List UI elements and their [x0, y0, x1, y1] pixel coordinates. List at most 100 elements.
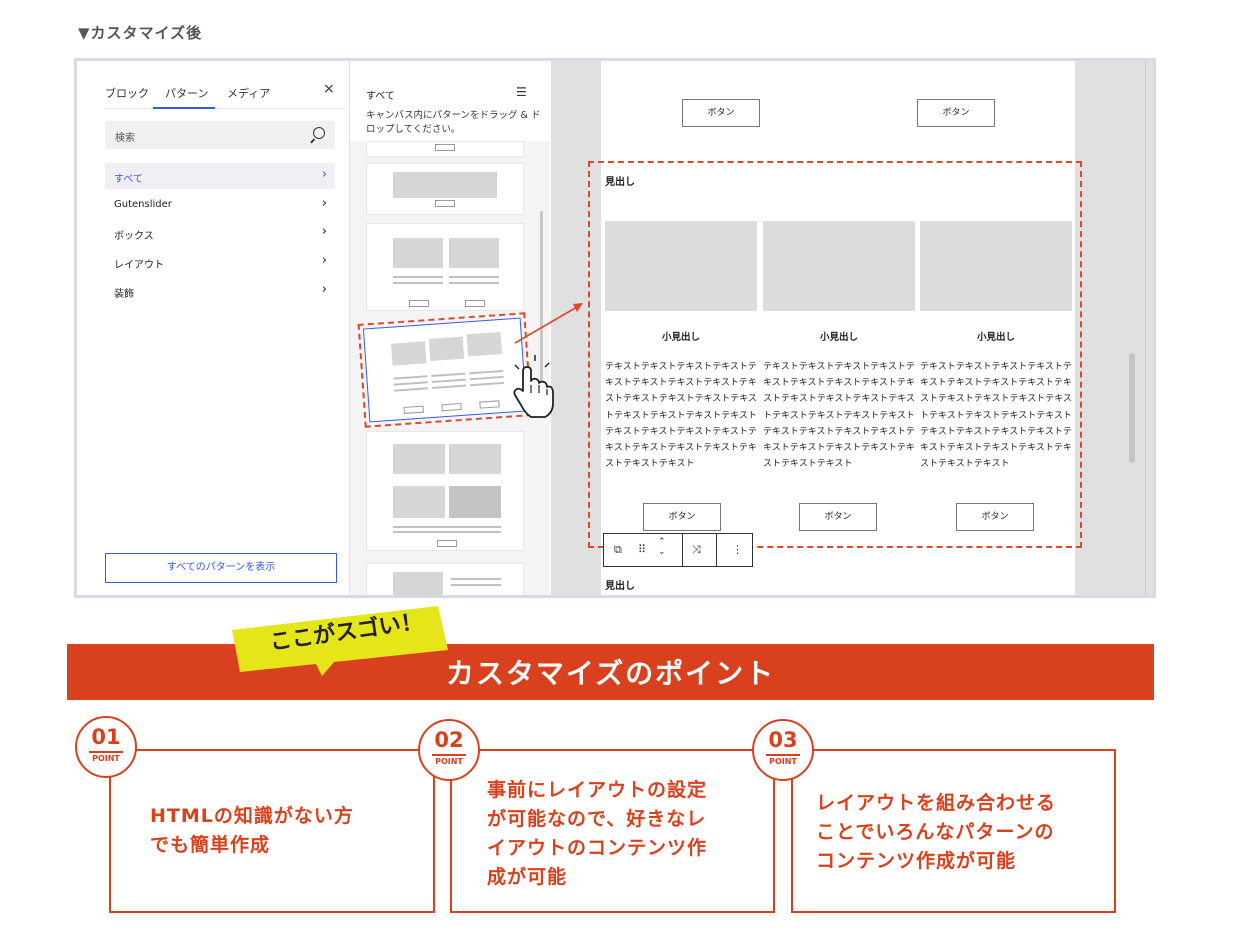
point-number: 02	[434, 728, 464, 752]
point-text-01: HTMLの知識がない方 でも簡単作成	[150, 802, 420, 860]
thumb-image	[466, 332, 503, 357]
caption: ▼カスタマイズ後	[78, 24, 203, 42]
thumb-image	[449, 486, 501, 518]
thumb-button	[465, 300, 485, 307]
canvas-button[interactable]: ボタン	[682, 99, 760, 127]
category-label: 装飾	[114, 289, 134, 300]
thumb-text	[451, 578, 501, 580]
thumb-text	[393, 531, 501, 533]
thumb-image	[449, 444, 501, 474]
thumb-text	[432, 384, 467, 389]
thumb-text	[449, 276, 499, 278]
point-line: でも簡単作成	[150, 834, 271, 856]
chevron-right-icon: ›	[321, 167, 327, 182]
thumb-button	[441, 402, 462, 412]
point-text-03: レイアウトを組み合わせる ことでいろんなパターンの コンテンツ作成が可能	[816, 789, 1114, 876]
point-line: レイアウトを組み合わせる	[816, 792, 1057, 814]
category-label: レイアウト	[114, 260, 164, 271]
thumb-text	[394, 387, 429, 392]
point-number: 03	[768, 728, 798, 752]
block-inserter-sidebar: ブロック パターン メディア × 検索 すべて › Gutenslider › …	[77, 61, 350, 595]
thumb-image	[393, 572, 443, 595]
tab-media[interactable]: メディア	[227, 85, 270, 101]
canvas-scrollbar[interactable]	[1129, 353, 1135, 463]
tab-patterns[interactable]: パターン	[165, 85, 208, 101]
point-label: POINT	[435, 757, 463, 766]
more-options-icon[interactable]: ⋮	[732, 543, 743, 556]
thumb-text	[393, 375, 428, 380]
canvas-button[interactable]: ボタン	[917, 99, 995, 127]
thumb-text	[393, 381, 428, 386]
thumb-text	[393, 282, 443, 284]
thumb-text	[469, 369, 504, 375]
pattern-thumbnail[interactable]	[366, 223, 524, 311]
thumb-text	[470, 381, 505, 387]
next-block-heading[interactable]: 見出し	[605, 577, 635, 592]
filter-icon[interactable]: ☰	[516, 85, 527, 99]
category-all[interactable]: すべて ›	[105, 163, 335, 189]
block-type-icon[interactable]: ⧉	[614, 543, 622, 557]
pattern-thumbnail[interactable]	[366, 431, 524, 551]
thumb-image	[428, 336, 465, 362]
category-box[interactable]: ボックス ›	[105, 220, 335, 246]
shuffle-icon[interactable]: ⤨	[692, 543, 701, 557]
thumb-image	[391, 341, 427, 366]
point-line: イアウトのコンテンツ作	[487, 837, 708, 859]
block-toolbar: ⧉ ⠿ ⌃ ⌄ ⤨ ⋮	[603, 533, 753, 567]
point-line: 事前にレイアウトの設定	[487, 779, 708, 801]
category-decoration[interactable]: 装飾 ›	[105, 278, 335, 304]
point-badge-02: 02 POINT	[418, 719, 480, 781]
move-up-down-icon[interactable]: ⌃ ⌄	[658, 537, 666, 557]
pattern-thumbnail[interactable]	[366, 163, 524, 215]
point-label: POINT	[769, 757, 797, 766]
thumb-image	[393, 238, 443, 268]
chevron-right-icon: ›	[321, 196, 327, 211]
thumb-button	[437, 540, 457, 547]
thumb-text	[451, 584, 501, 586]
tab-divider	[105, 108, 345, 109]
thumb-button	[409, 300, 429, 307]
thumb-text	[431, 372, 466, 377]
close-icon[interactable]: ×	[323, 81, 335, 97]
dragged-pattern-thumbnail[interactable]	[357, 312, 533, 428]
thumb-text	[469, 375, 504, 381]
point-badge-03: 03 POINT	[752, 719, 814, 781]
pattern-thumbnail[interactable]	[366, 563, 524, 595]
search-placeholder: 検索	[115, 133, 135, 144]
point-number: 01	[91, 725, 121, 749]
search-icon	[313, 127, 325, 139]
point-line: 成が可能	[487, 866, 568, 888]
pattern-list-panel: すべて ☰ キャンバス内にパターンをドラッグ & ドロップしてください。	[350, 61, 550, 595]
point-line: HTMLの知識がない方	[150, 805, 354, 827]
category-layout[interactable]: レイアウト ›	[105, 249, 335, 275]
thumb-button	[403, 405, 424, 414]
drag-handle-icon[interactable]: ⠿	[638, 543, 646, 556]
category-gutenslider[interactable]: Gutenslider ›	[105, 192, 335, 218]
thumb-button	[435, 200, 455, 207]
tab-blocks[interactable]: ブロック	[105, 85, 149, 101]
thumb-image	[393, 172, 497, 198]
pattern-list-scrollbar[interactable]	[540, 211, 543, 391]
point-label: POINT	[92, 754, 120, 763]
pattern-panel-header: すべて ☰ キャンバス内にパターンをドラッグ & ドロップしてください。	[350, 61, 550, 141]
point-line: コンテンツ作成が可能	[816, 850, 1017, 872]
thumb-text	[431, 378, 466, 383]
inserted-pattern-highlight	[588, 161, 1082, 548]
pattern-panel-description: キャンバス内にパターンをドラッグ & ドロップしてください。	[366, 110, 541, 135]
chevron-right-icon: ›	[321, 253, 327, 268]
pattern-panel-title: すべて	[366, 91, 395, 102]
category-label: ボックス	[114, 231, 154, 242]
editor-screenshot-frame: ブロック パターン メディア × 検索 すべて › Gutenslider › …	[74, 58, 1156, 598]
chevron-right-icon: ›	[321, 224, 327, 239]
thumb-button	[435, 144, 455, 151]
thumb-image	[449, 238, 499, 268]
point-text-02: 事前にレイアウトの設定 が可能なので、好きなレ イアウトのコンテンツ作 成が可能	[487, 776, 767, 892]
pattern-thumbnail[interactable]	[366, 141, 524, 157]
show-all-patterns-button[interactable]: すべてのパターンを表示	[105, 553, 337, 583]
thumb-text	[449, 282, 499, 284]
active-tab-indicator	[153, 107, 215, 109]
thumb-button	[479, 400, 500, 409]
point-line: ことでいろんなパターンの	[816, 821, 1055, 843]
thumb-text	[393, 526, 501, 528]
search-input[interactable]: 検索	[105, 121, 335, 149]
